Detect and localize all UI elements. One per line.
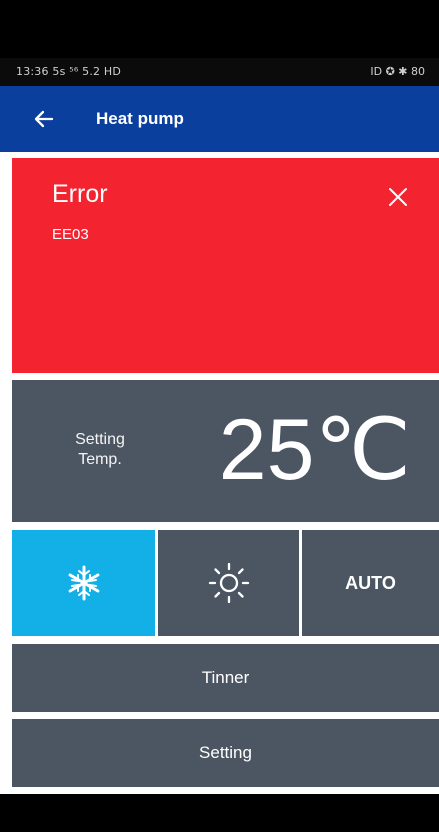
top-black-area: [0, 0, 439, 58]
setting-button-label: Setting: [199, 743, 252, 762]
app-bar: Heat pump: [0, 86, 439, 152]
heat-mode-button[interactable]: [158, 530, 299, 636]
status-bar: 13:36 5s ⁵⁶ 5.2 HD ID ✪ ✱ 80: [0, 58, 439, 86]
bottom-black-area: [0, 794, 439, 832]
setting-temp-label-line2: Temp.: [78, 451, 122, 468]
sun-icon: [207, 561, 251, 605]
cool-mode-button[interactable]: [12, 530, 155, 636]
page-title: Heat pump: [96, 109, 184, 128]
auto-mode-button[interactable]: AUTO: [302, 530, 439, 636]
error-close-button[interactable]: [383, 182, 413, 212]
auto-mode-label: AUTO: [345, 572, 396, 593]
phone-screen: 13:36 5s ⁵⁶ 5.2 HD ID ✪ ✱ 80 Heat pump E…: [0, 0, 439, 832]
setting-button[interactable]: Setting: [12, 719, 439, 787]
mode-selector: AUTO: [12, 530, 439, 636]
setting-temp-label-line1: Setting: [75, 431, 125, 448]
timer-button[interactable]: Tinner: [12, 644, 439, 712]
snowflake-icon: [64, 563, 104, 603]
setting-temp-label: Setting Temp.: [60, 430, 140, 470]
error-title: Error: [52, 180, 108, 208]
setting-temperature-panel[interactable]: Setting Temp. 25℃: [12, 380, 439, 522]
status-right-text: ID ✪ ✱ 80: [370, 65, 425, 78]
setting-temp-value: 25℃: [218, 402, 411, 498]
error-panel: Error EE03: [12, 158, 439, 373]
timer-button-label: Tinner: [201, 668, 250, 687]
arrow-left-icon: [32, 107, 56, 131]
back-button[interactable]: [24, 99, 64, 139]
status-left-text: 13:36 5s ⁵⁶ 5.2 HD: [16, 65, 122, 78]
close-icon: [383, 182, 413, 212]
error-code: EE03: [52, 226, 89, 243]
